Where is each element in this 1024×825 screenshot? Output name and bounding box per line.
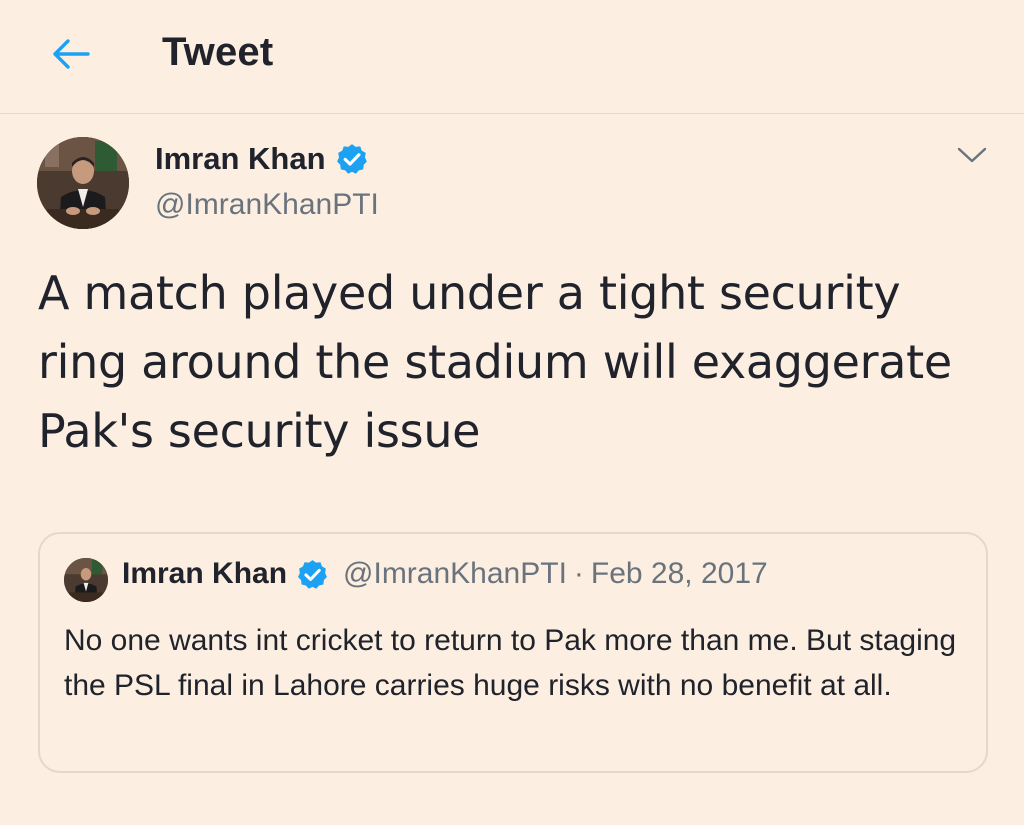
- quoted-text: No one wants int cricket to return to Pa…: [64, 624, 957, 702]
- top-bar: Tweet: [0, 0, 1024, 114]
- quoted-author-handle: @ImranKhanPTI: [343, 557, 567, 590]
- separator-dot: ·: [573, 557, 584, 590]
- author-handle[interactable]: @ImranKhanPTI: [155, 188, 379, 222]
- quoted-author-name: Imran Khan: [122, 557, 288, 590]
- verified-badge-icon: [296, 558, 329, 591]
- quoted-date: Feb 28, 2017: [590, 557, 768, 590]
- tweet-text: A match played under a tight security ri…: [38, 266, 952, 458]
- verified-badge-icon: [335, 142, 369, 176]
- page-title: Tweet: [162, 30, 274, 74]
- author-name[interactable]: Imran Khan: [155, 141, 326, 177]
- quoted-avatar: [64, 558, 108, 602]
- author-row: Imran Khan: [155, 141, 369, 177]
- tweet-menu-button[interactable]: [954, 141, 990, 169]
- avatar[interactable]: [37, 137, 129, 229]
- tweet-detail: Imran Khan @ImranKhanPTI A match played …: [0, 115, 1024, 825]
- arrow-left-icon: [53, 39, 90, 69]
- quoted-tweet[interactable]: Imran Khan @ImranKhanPTI · Feb 28, 2017 …: [38, 532, 988, 773]
- back-button[interactable]: [44, 30, 96, 78]
- quoted-header: Imran Khan @ImranKhanPTI · Feb 28, 2017: [122, 557, 768, 591]
- chevron-down-icon: [957, 147, 987, 163]
